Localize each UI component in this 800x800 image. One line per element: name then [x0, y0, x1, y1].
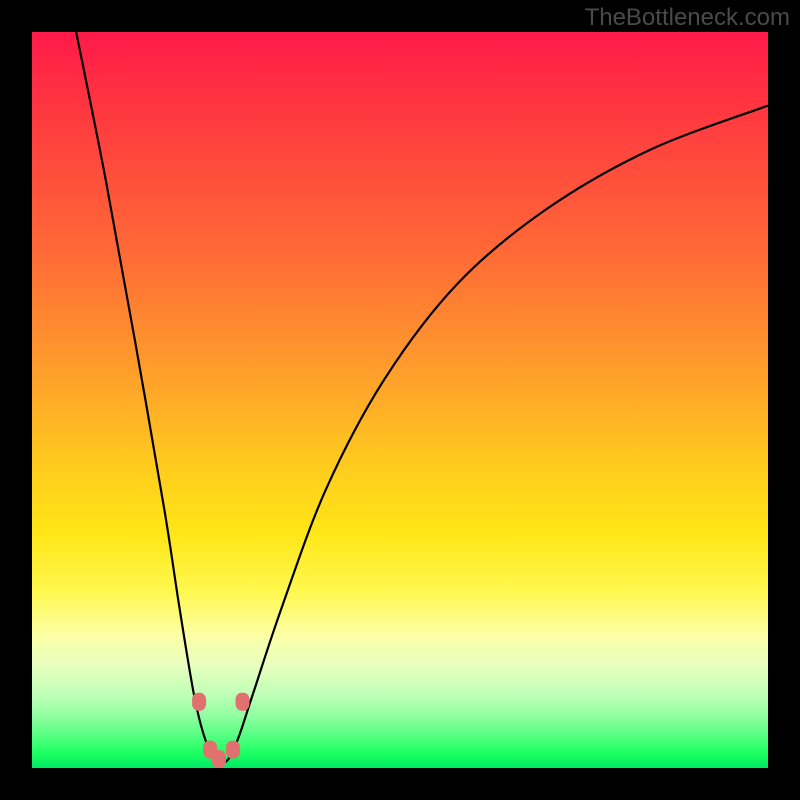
curve-markers — [192, 693, 249, 768]
watermark-text: TheBottleneck.com — [585, 4, 790, 32]
curve-marker — [226, 741, 240, 759]
curve-marker — [212, 750, 226, 768]
chart-frame: TheBottleneck.com — [0, 0, 800, 800]
curve-marker — [203, 741, 217, 759]
curve-marker — [192, 693, 206, 711]
curve-path — [76, 32, 768, 763]
plot-area — [32, 32, 768, 768]
bottleneck-curve — [76, 32, 768, 763]
curve-marker — [236, 693, 250, 711]
curve-layer — [32, 32, 768, 768]
